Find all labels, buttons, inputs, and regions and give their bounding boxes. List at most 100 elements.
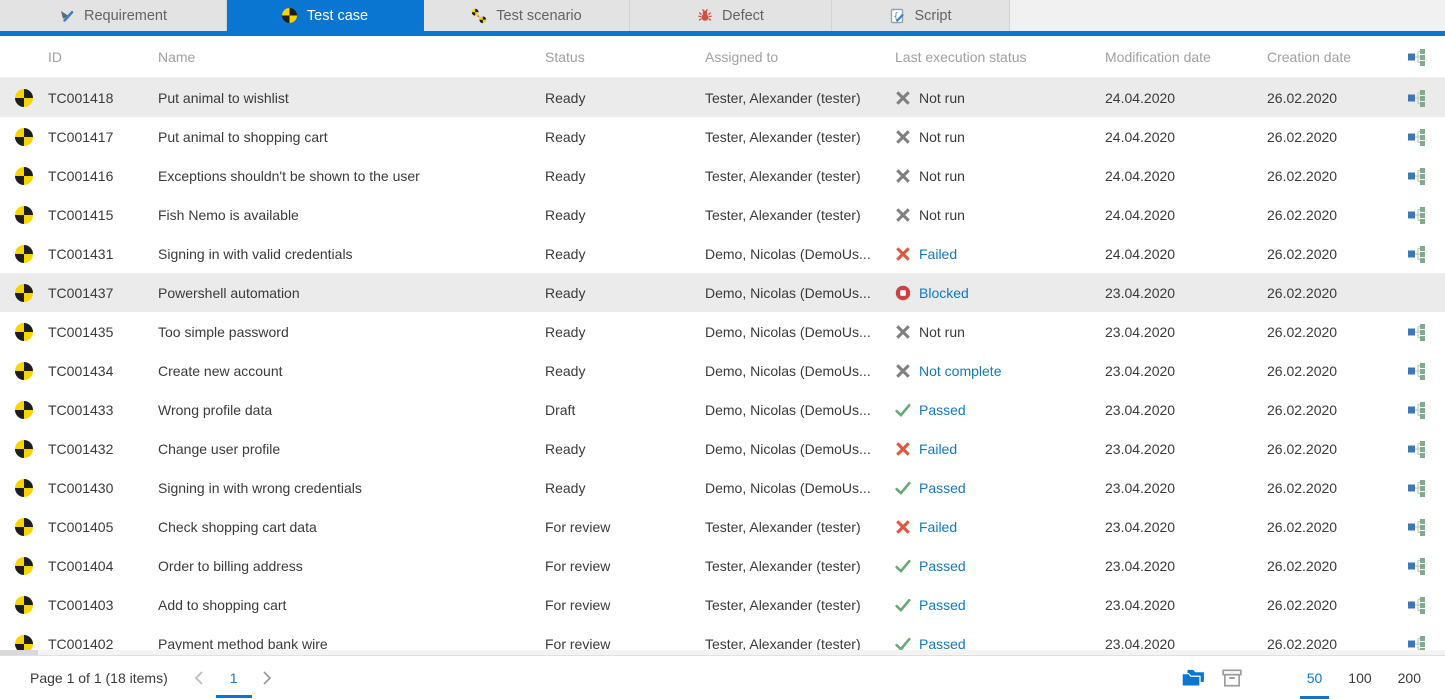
- table-row[interactable]: TC001434 Create new account Ready Demo, …: [0, 351, 1445, 390]
- table-row[interactable]: TC001418 Put animal to wishlist Ready Te…: [0, 78, 1445, 117]
- row-assigned-to: Demo, Nicolas (DemoUs...: [705, 468, 895, 507]
- row-status: Ready: [545, 468, 705, 507]
- execution-status-label[interactable]: Passed: [919, 402, 966, 418]
- requirement-icon: [59, 8, 75, 24]
- row-modification-date: 23.04.2020: [1105, 585, 1267, 624]
- hierarchy-icon[interactable]: [1406, 206, 1426, 224]
- table-row[interactable]: TC001416 Exceptions shouldn't be shown t…: [0, 156, 1445, 195]
- row-modification-date: 23.04.2020: [1105, 468, 1267, 507]
- execution-status-label[interactable]: Not complete: [919, 363, 1001, 379]
- page-size-50[interactable]: 50: [1307, 670, 1323, 686]
- header-assigned-to[interactable]: Assigned to: [705, 36, 895, 77]
- row-assigned-to: Tester, Alexander (tester): [705, 78, 895, 117]
- execution-status-label[interactable]: Blocked: [919, 285, 969, 301]
- row-status: Ready: [545, 273, 705, 312]
- row-status: Ready: [545, 351, 705, 390]
- row-name: Change user profile: [158, 429, 545, 468]
- row-id: TC001430: [48, 468, 158, 507]
- hierarchy-icon[interactable]: [1406, 128, 1426, 146]
- folder-icon[interactable]: [1181, 668, 1205, 688]
- table-row[interactable]: TC001437 Powershell automation Ready Dem…: [0, 273, 1445, 312]
- page-number[interactable]: 1: [224, 670, 244, 686]
- row-creation-date: 26.02.2020: [1267, 312, 1400, 351]
- next-page-icon[interactable]: [262, 670, 274, 686]
- archive-icon[interactable]: [1221, 668, 1245, 688]
- execution-status-label[interactable]: Failed: [919, 246, 957, 262]
- row-modification-date: 23.04.2020: [1105, 390, 1267, 429]
- row-status: Ready: [545, 78, 705, 117]
- row-creation-date: 26.02.2020: [1267, 546, 1400, 585]
- row-creation-date: 26.02.2020: [1267, 195, 1400, 234]
- header-modification-date[interactable]: Modification date: [1105, 36, 1267, 77]
- tab-test-scenario[interactable]: Test scenario: [424, 0, 630, 31]
- header-last-execution-status[interactable]: Last execution status: [895, 36, 1105, 77]
- hierarchy-icon[interactable]: [1406, 479, 1426, 497]
- notrun-icon: [895, 129, 911, 145]
- page-size-200[interactable]: 200: [1398, 670, 1421, 686]
- hierarchy-icon[interactable]: [1406, 89, 1426, 107]
- tab-script[interactable]: { Script: [832, 0, 1010, 31]
- table-row[interactable]: TC001432 Change user profile Ready Demo,…: [0, 429, 1445, 468]
- table-row[interactable]: TC001433 Wrong profile data Draft Demo, …: [0, 390, 1445, 429]
- row-modification-date: 24.04.2020: [1105, 195, 1267, 234]
- execution-status-label[interactable]: Passed: [919, 480, 966, 496]
- row-id: TC001434: [48, 351, 158, 390]
- table-row[interactable]: TC001431 Signing in with valid credentia…: [0, 234, 1445, 273]
- row-modification-date: 23.04.2020: [1105, 351, 1267, 390]
- execution-status-label[interactable]: Failed: [919, 519, 957, 535]
- header-id[interactable]: ID: [48, 36, 158, 77]
- table-row[interactable]: TC001435 Too simple password Ready Demo,…: [0, 312, 1445, 351]
- execution-status-label[interactable]: Passed: [919, 558, 966, 574]
- table-row[interactable]: TC001405 Check shopping cart data For re…: [0, 507, 1445, 546]
- hierarchy-icon[interactable]: [1406, 440, 1426, 458]
- execution-status-label[interactable]: Passed: [919, 597, 966, 613]
- execution-status-label: Not run: [919, 207, 965, 223]
- test-case-icon: [15, 245, 33, 263]
- row-id: TC001432: [48, 429, 158, 468]
- execution-status-label[interactable]: Failed: [919, 441, 957, 457]
- passed-icon: [895, 402, 911, 418]
- script-icon: {: [889, 8, 905, 24]
- row-creation-date: 26.02.2020: [1267, 156, 1400, 195]
- table-row[interactable]: TC001417 Put animal to shopping cart Rea…: [0, 117, 1445, 156]
- tab-strip-filler: [1010, 0, 1445, 31]
- hierarchy-icon[interactable]: [1406, 245, 1426, 263]
- hierarchy-icon[interactable]: [1406, 323, 1426, 341]
- tab-test-case[interactable]: Test case: [227, 0, 424, 31]
- tab-requirement[interactable]: Requirement: [0, 0, 227, 31]
- header-status[interactable]: Status: [545, 36, 705, 77]
- hierarchy-icon[interactable]: [1406, 518, 1426, 536]
- row-status: Ready: [545, 117, 705, 156]
- row-creation-date: 26.02.2020: [1267, 273, 1400, 312]
- row-modification-date: 23.04.2020: [1105, 546, 1267, 585]
- table-row[interactable]: TC001430 Signing in with wrong credentia…: [0, 468, 1445, 507]
- row-id: TC001417: [48, 117, 158, 156]
- hierarchy-icon[interactable]: [1406, 48, 1426, 66]
- row-name: Signing in with valid credentials: [158, 234, 545, 273]
- prev-page-icon[interactable]: [194, 670, 206, 686]
- row-name: Put animal to shopping cart: [158, 117, 545, 156]
- scrollbar-thumb[interactable]: [0, 650, 38, 655]
- test-case-icon: [15, 596, 33, 614]
- table-row[interactable]: TC001404 Order to billing address For re…: [0, 546, 1445, 585]
- hierarchy-icon[interactable]: [1406, 362, 1426, 380]
- row-name: Put animal to wishlist: [158, 78, 545, 117]
- notrun-icon: [895, 90, 911, 106]
- row-creation-date: 26.02.2020: [1267, 390, 1400, 429]
- horizontal-scrollbar[interactable]: [0, 650, 1445, 655]
- test-case-icon: [15, 557, 33, 575]
- table-row[interactable]: TC001415 Fish Nemo is available Ready Te…: [0, 195, 1445, 234]
- hierarchy-icon[interactable]: [1406, 167, 1426, 185]
- tab-defect[interactable]: Defect: [630, 0, 832, 31]
- hierarchy-icon[interactable]: [1406, 596, 1426, 614]
- table-row[interactable]: TC001403 Add to shopping cart For review…: [0, 585, 1445, 624]
- failed-icon: [895, 246, 911, 262]
- row-creation-date: 26.02.2020: [1267, 507, 1400, 546]
- page-size-100[interactable]: 100: [1348, 670, 1371, 686]
- hierarchy-icon[interactable]: [1406, 557, 1426, 575]
- tab-label: Test case: [307, 8, 368, 24]
- hierarchy-icon[interactable]: [1406, 401, 1426, 419]
- header-creation-date[interactable]: Creation date: [1267, 36, 1400, 77]
- header-name[interactable]: Name: [158, 36, 545, 77]
- execution-status-label: Not run: [919, 168, 965, 184]
